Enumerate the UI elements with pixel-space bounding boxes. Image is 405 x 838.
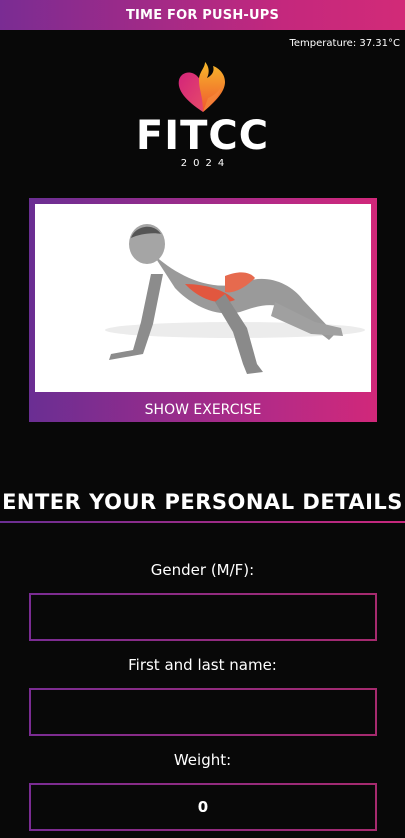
logo-wordmark: FITCC — [135, 113, 270, 159]
exercise-card[interactable]: SHOW EXERCISE — [29, 198, 377, 422]
show-exercise-button[interactable]: SHOW EXERCISE — [29, 398, 377, 422]
heading-underline — [0, 521, 405, 523]
gender-label: Gender (M/F): — [150, 561, 255, 579]
banner-title: TIME FOR PUSH-UPS — [125, 7, 280, 23]
logo: FITCC 2024 — [0, 62, 405, 169]
top-banner: TIME FOR PUSH-UPS — [0, 0, 405, 30]
heart-flame-icon — [178, 62, 225, 112]
name-label: First and last name: — [128, 656, 277, 674]
weight-label: Weight: — [173, 751, 232, 769]
push-up-illustration — [35, 204, 371, 392]
section-heading: ENTER YOUR PERSONAL DETAILS — [2, 490, 403, 514]
weight-field[interactable] — [29, 783, 377, 831]
gender-field[interactable] — [29, 593, 377, 641]
temperature-readout: Temperature: 37.31°C — [289, 38, 400, 49]
logo-year: 2024 — [180, 158, 231, 169]
name-field[interactable] — [29, 688, 377, 736]
